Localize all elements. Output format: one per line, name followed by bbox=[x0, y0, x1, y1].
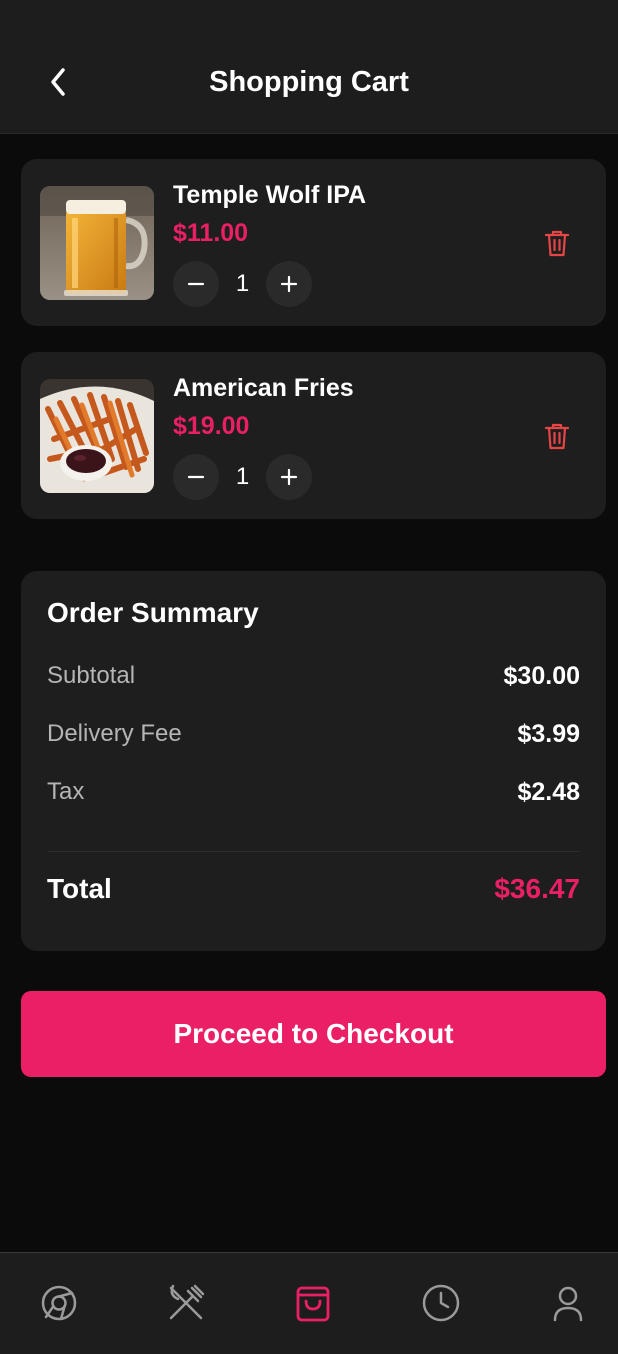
trash-icon bbox=[544, 230, 570, 257]
home-icon bbox=[41, 1285, 77, 1321]
total-label: Total bbox=[47, 873, 112, 904]
nav-item-home[interactable] bbox=[19, 1283, 99, 1354]
orders-clock-icon bbox=[422, 1284, 460, 1322]
subtotal-label: Subtotal bbox=[47, 662, 136, 689]
delivery-fee-row: Delivery Fee $3.99 bbox=[47, 717, 580, 751]
bottom-navigation bbox=[0, 1252, 618, 1354]
menu-icon bbox=[169, 1284, 205, 1320]
fries-image bbox=[40, 379, 154, 493]
increase-quantity-button[interactable] bbox=[266, 261, 312, 307]
minus-icon bbox=[187, 282, 205, 286]
cart-item: American Fries $19.00 1 bbox=[21, 352, 606, 519]
nav-item-profile[interactable] bbox=[528, 1283, 608, 1354]
delete-item-button[interactable] bbox=[539, 418, 575, 454]
summary-title: Order Summary bbox=[47, 597, 259, 628]
subtotal-row: Subtotal $30.00 bbox=[47, 659, 580, 693]
page-title: Shopping Cart bbox=[209, 66, 409, 98]
summary-divider bbox=[47, 851, 580, 852]
item-price: $19.00 bbox=[173, 412, 250, 440]
trash-icon bbox=[544, 423, 570, 450]
quantity-value: 1 bbox=[235, 270, 250, 297]
delivery-fee-value: $3.99 bbox=[517, 720, 580, 748]
item-name: Temple Wolf IPA bbox=[173, 181, 367, 209]
total-value: $36.47 bbox=[494, 873, 580, 904]
increase-quantity-button[interactable] bbox=[266, 454, 312, 500]
nav-item-orders[interactable] bbox=[401, 1283, 481, 1354]
cart-item: Temple Wolf IPA $11.00 1 bbox=[21, 159, 606, 326]
subtotal-value: $30.00 bbox=[503, 662, 580, 690]
nav-item-cart[interactable] bbox=[273, 1283, 353, 1354]
order-summary: Order Summary Subtotal $30.00 Delivery F… bbox=[21, 571, 606, 951]
minus-icon bbox=[187, 475, 205, 479]
app-header: Shopping Cart bbox=[0, 0, 618, 134]
profile-icon bbox=[553, 1286, 583, 1322]
delete-item-button[interactable] bbox=[539, 225, 575, 261]
beer-image bbox=[40, 186, 154, 300]
plus-icon bbox=[280, 468, 298, 486]
tax-value: $2.48 bbox=[517, 778, 580, 806]
tax-label: Tax bbox=[47, 778, 85, 805]
plus-icon bbox=[280, 275, 298, 293]
proceed-to-checkout-button[interactable]: Proceed to Checkout bbox=[21, 991, 606, 1077]
decrease-quantity-button[interactable] bbox=[173, 261, 219, 307]
item-name: American Fries bbox=[173, 374, 354, 402]
cart-bag-icon bbox=[296, 1286, 330, 1322]
item-price: $11.00 bbox=[173, 219, 249, 247]
delivery-fee-label: Delivery Fee bbox=[47, 720, 182, 747]
quantity-value: 1 bbox=[235, 463, 250, 490]
decrease-quantity-button[interactable] bbox=[173, 454, 219, 500]
nav-item-menu[interactable] bbox=[146, 1283, 226, 1354]
tax-row: Tax $2.48 bbox=[47, 775, 580, 809]
